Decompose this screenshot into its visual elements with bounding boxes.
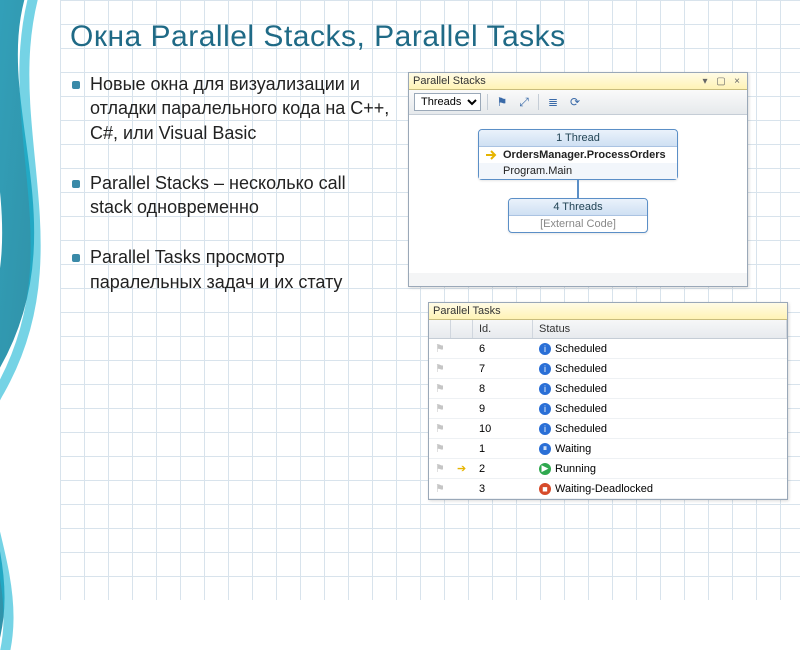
status-icon: i [539, 383, 551, 395]
task-row[interactable]: ⚑ 3 ■ Waiting-Deadlocked [429, 479, 787, 499]
task-status: Running [555, 463, 596, 475]
parallel-tasks-panel: Parallel Tasks Id. Status ⚑6iScheduled⚑7… [428, 302, 788, 500]
task-status: Scheduled [555, 343, 607, 355]
task-status: Scheduled [555, 403, 607, 415]
task-row[interactable]: ⚑ 9i Scheduled [429, 399, 787, 419]
flag-icon[interactable]: ⚑ [435, 342, 445, 355]
task-id: 2 [473, 461, 533, 477]
flag-icon[interactable]: ⚑ [435, 462, 445, 475]
toolbar-separator [487, 94, 488, 110]
task-id: 7 [473, 361, 533, 377]
stack-box-threads[interactable]: 4 Threads [External Code] [508, 198, 648, 233]
task-id: 8 [473, 381, 533, 397]
task-id: 10 [473, 421, 533, 437]
tasks-rows: ⚑6iScheduled⚑7iScheduled⚑8iScheduled⚑9iS… [429, 339, 787, 499]
close-icon[interactable]: × [731, 75, 743, 87]
task-status: Scheduled [555, 423, 607, 435]
toggle-method-view-icon[interactable]: ≣ [545, 94, 561, 110]
task-id: 1 [473, 441, 533, 457]
stack-frame-label: [External Code] [540, 218, 616, 230]
status-icon: i [539, 403, 551, 415]
status-icon: ■ [539, 483, 551, 495]
task-row[interactable]: ⚑ 7i Scheduled [429, 359, 787, 379]
task-row[interactable]: ⚑ 6i Scheduled [429, 339, 787, 359]
task-status: Scheduled [555, 363, 607, 375]
current-task-arrow-icon: ➔ [457, 462, 466, 475]
stack-box-header: 1 Thread [479, 130, 677, 147]
parallel-stacks-toolbar: Threads ⚑ ⤢ ≣ ⟳ [409, 90, 747, 115]
autohide-icon[interactable]: ▢ [715, 75, 727, 87]
parallel-stacks-panel: Parallel Stacks ▾ ▢ × Threads ⚑ ⤢ ≣ [408, 72, 748, 287]
flag-filter-icon[interactable]: ⚑ [494, 94, 510, 110]
task-id: 6 [473, 341, 533, 357]
flag-icon[interactable]: ⚑ [435, 362, 445, 375]
status-icon: i [539, 423, 551, 435]
flag-icon[interactable]: ⚑ [435, 422, 445, 435]
stack-frame[interactable]: OrdersManager.ProcessOrders [479, 147, 677, 163]
parallel-stacks-titlebar: Parallel Stacks ▾ ▢ × [409, 73, 747, 90]
bullet-item: Parallel Tasks просмотр паралельных зада… [70, 245, 390, 294]
dropdown-position-icon[interactable]: ▾ [699, 75, 711, 87]
current-frame-arrow-icon [485, 149, 499, 161]
column-current[interactable] [451, 320, 473, 338]
status-icon: i [539, 343, 551, 355]
stacks-graph-area[interactable]: 1 Thread OrdersManager.ProcessOrders Pro… [409, 115, 747, 273]
toolbar-separator [538, 94, 539, 110]
stack-box-header: 4 Threads [509, 199, 647, 216]
flag-icon[interactable]: ⚑ [435, 402, 445, 415]
task-row[interactable]: ⚑ 8i Scheduled [429, 379, 787, 399]
tasks-column-headers: Id. Status [429, 320, 787, 339]
stack-frame-label: Program.Main [503, 165, 572, 177]
task-row[interactable]: ⚑ ➔ 2 ▶ Running [429, 459, 787, 479]
bullet-list: Новые окна для визуализации и отладки па… [70, 72, 390, 320]
bullet-item: Parallel Stacks – несколько call stack о… [70, 171, 390, 220]
slide-title: Окна Parallel Stacks, Parallel Tasks [70, 20, 790, 54]
task-row[interactable]: ⚑ 1 ⏸ Waiting [429, 439, 787, 459]
flag-icon[interactable]: ⚑ [435, 482, 445, 495]
zoom-toggle-icon[interactable]: ⤢ [516, 94, 532, 110]
task-status: Waiting [555, 443, 591, 455]
bullet-item: Новые окна для визуализации и отладки па… [70, 72, 390, 145]
view-mode-select[interactable]: Threads [414, 93, 481, 111]
parallel-tasks-titlebar: Parallel Tasks [429, 303, 787, 320]
stack-frame[interactable]: Program.Main [479, 163, 677, 179]
stack-box-thread[interactable]: 1 Thread OrdersManager.ProcessOrders Pro… [478, 129, 678, 180]
parallel-stacks-title: Parallel Stacks [413, 75, 486, 87]
column-flag[interactable] [429, 320, 451, 338]
column-status[interactable]: Status [533, 320, 787, 338]
task-row[interactable]: ⚑ 10 i Scheduled [429, 419, 787, 439]
status-icon: ▶ [539, 463, 551, 475]
flag-icon[interactable]: ⚑ [435, 442, 445, 455]
stack-connector [577, 180, 579, 198]
task-status: Waiting-Deadlocked [555, 483, 653, 495]
task-id: 3 [473, 481, 533, 497]
task-id: 9 [473, 401, 533, 417]
auto-scroll-icon[interactable]: ⟳ [567, 94, 583, 110]
stack-frame-label: OrdersManager.ProcessOrders [503, 149, 666, 161]
column-id[interactable]: Id. [473, 320, 533, 338]
task-status: Scheduled [555, 383, 607, 395]
stack-frame[interactable]: [External Code] [509, 216, 647, 232]
flag-icon[interactable]: ⚑ [435, 382, 445, 395]
parallel-tasks-title: Parallel Tasks [433, 305, 501, 317]
status-icon: ⏸ [539, 443, 551, 455]
status-icon: i [539, 363, 551, 375]
